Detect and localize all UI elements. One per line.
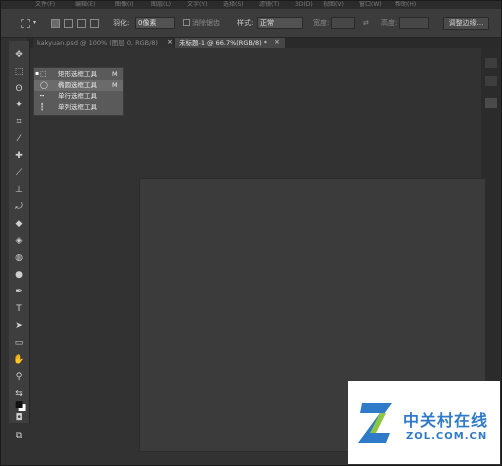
eraser-tool-icon[interactable]: ◆ [13,219,25,230]
panel-button[interactable] [485,58,497,68]
watermark-domain-text: ZOL.COM.CN [406,431,488,442]
paint-bucket-tool-icon[interactable]: ◈ [13,236,25,247]
menu-item-filter[interactable]: 滤镜(T) [259,1,279,9]
eyedropper-tool-icon[interactable]: ⁄ [13,134,25,145]
menu-item-view[interactable]: 视图(V) [323,1,344,9]
healing-brush-tool-icon[interactable]: ✚ [13,151,25,162]
height-input[interactable] [399,17,429,29]
path-selection-tool-icon[interactable]: ➤ [13,321,25,332]
tab-kakyuan[interactable]: kakyuan.psd @ 100% (图层 0, RGB/8) [33,38,173,48]
menu-item-window[interactable]: 窗口(W) [359,1,382,9]
flyout-item-single-column-marquee[interactable]: ┇ 单列选框工具 [34,102,123,113]
panel-button[interactable] [485,76,497,86]
flyout-item-label: 矩形选框工具 [58,70,97,78]
panel-button[interactable] [485,98,497,108]
tab-untitled-1[interactable]: 未标题-1 @ 66.7%(RGB/8) * [175,38,285,48]
rectangle-marquee-icon: ⬚ [40,70,47,78]
flyout-item-shortcut: M [112,81,118,89]
height-label: 高度: [381,19,398,27]
menu-bar: 文件(F) 编辑(E) 图像(I) 图层(L) 文字(Y) 选择(S) 滤镜(T… [1,1,501,9]
flyout-item-shortcut: M [112,70,118,78]
feather-input[interactable]: 0像素 [135,17,175,29]
hand-tool-icon[interactable]: ✋ [13,355,25,366]
flyout-item-elliptical-marquee[interactable]: ◯ 椭圆选框工具 M [34,80,123,91]
new-selection-icon[interactable] [51,19,60,28]
tab-title: 未标题-1 @ 66.7%(RGB/8) * [179,39,267,47]
zol-logo-icon [358,403,392,443]
blur-tool-icon[interactable]: ◍ [13,253,25,264]
width-input[interactable] [331,17,355,29]
tab-untitled-close-icon[interactable]: × [274,38,280,46]
quick-mask-icon[interactable]: ◘ [13,413,25,424]
flyout-item-label: 单行选框工具 [58,92,97,100]
menu-item-file[interactable]: 文件(F) [35,1,55,9]
flyout-item-single-row-marquee[interactable]: ┅ 单行选框工具 [34,91,123,102]
dodge-tool-icon[interactable]: ● [13,270,25,281]
watermark-chinese-text: 中关村在线 [403,411,489,430]
marquee-preset-icon[interactable] [21,19,30,28]
menu-item-layer[interactable]: 图层(L) [151,1,171,9]
lasso-tool-icon[interactable]: ʘ [13,84,25,95]
move-tool-icon[interactable]: ✥ [13,50,25,61]
flyout-item-label: 单列选框工具 [58,103,97,111]
history-brush-tool-icon[interactable]: ⤾ [13,202,25,213]
options-bar: ▾ 羽化: 0像素 消除锯齿 样式: 正常 宽度: ⇄ 高度: 调整边缘... [1,9,501,38]
swap-colors-icon[interactable]: ⇆ [13,389,25,400]
flyout-item-label: 椭圆选框工具 [58,81,97,89]
chevron-down-icon[interactable]: ▾ [33,18,36,28]
menu-item-select[interactable]: 选择(S) [223,1,244,9]
add-selection-icon[interactable] [64,19,73,28]
menu-item-image[interactable]: 图像(I) [115,1,133,9]
pen-tool-icon[interactable]: ✒ [13,287,25,298]
brush-tool-icon[interactable]: ⟋ [13,168,25,179]
menu-item-type[interactable]: 文字(Y) [187,1,207,9]
clone-stamp-tool-icon[interactable]: ⊥ [13,185,25,196]
antialias-checkbox[interactable] [183,19,190,26]
zoom-tool-icon[interactable]: ⚲ [13,372,25,383]
menu-item-help[interactable]: 帮助(H) [395,1,416,9]
menu-item-edit[interactable]: 编辑(E) [75,1,95,9]
crop-tool-icon[interactable]: ⌗ [13,117,25,128]
feather-label: 羽化: [113,19,130,27]
flyout-item-rectangular-marquee[interactable]: ⬚ 矩形选框工具 M [34,69,123,80]
document-tab-bar: kakyuan.psd @ 100% (图层 0, RGB/8) × 未标题-1… [27,38,501,48]
intersect-selection-icon[interactable] [90,19,99,28]
screen-mode-icon[interactable]: ⧉ [13,431,25,442]
marquee-tool-flyout: ▪ ⬚ 矩形选框工具 M ◯ 椭圆选框工具 M ┅ 单行选框工具 ┇ 单列选框工… [33,67,124,116]
swap-dimensions-icon[interactable]: ⇄ [363,18,369,28]
marquee-tool-icon[interactable]: ⬚ [13,67,25,78]
refine-edge-button[interactable]: 调整边缘... [443,17,489,30]
tab-kakyuan-close-icon[interactable]: × [167,38,173,46]
antialias-label: 消除锯齿 [192,19,220,27]
tools-panel: ✥ ⬚ ʘ ✦ ⌗ ⁄ ✚ ⟋ ⊥ ⤾ ◆ ◈ ◍ ● ✒ T ➤ ▭ ✋ ⚲ ⇆ ■ ◘ ⧉ [9,41,30,441]
single-column-marquee-icon: ┇ [40,103,45,111]
menu-item-3d[interactable]: 3D(D) [295,1,313,9]
magic-wand-tool-icon[interactable]: ✦ [13,100,25,111]
color-swatches-icon[interactable]: ■ [13,400,25,411]
subtract-selection-icon[interactable] [77,19,86,28]
zol-watermark: 中关村在线 ZOL.COM.CN [348,381,500,464]
ellipse-marquee-icon: ◯ [40,81,48,89]
single-row-marquee-icon: ┅ [40,92,45,100]
shape-tool-icon[interactable]: ▭ [13,338,25,349]
style-select[interactable]: 正常 [257,17,303,29]
style-label: 样式: [237,19,254,27]
type-tool-icon[interactable]: T [13,304,25,315]
width-label: 宽度: [313,19,330,27]
tab-title: kakyuan.psd @ 100% (图层 0, RGB/8) [37,39,158,47]
